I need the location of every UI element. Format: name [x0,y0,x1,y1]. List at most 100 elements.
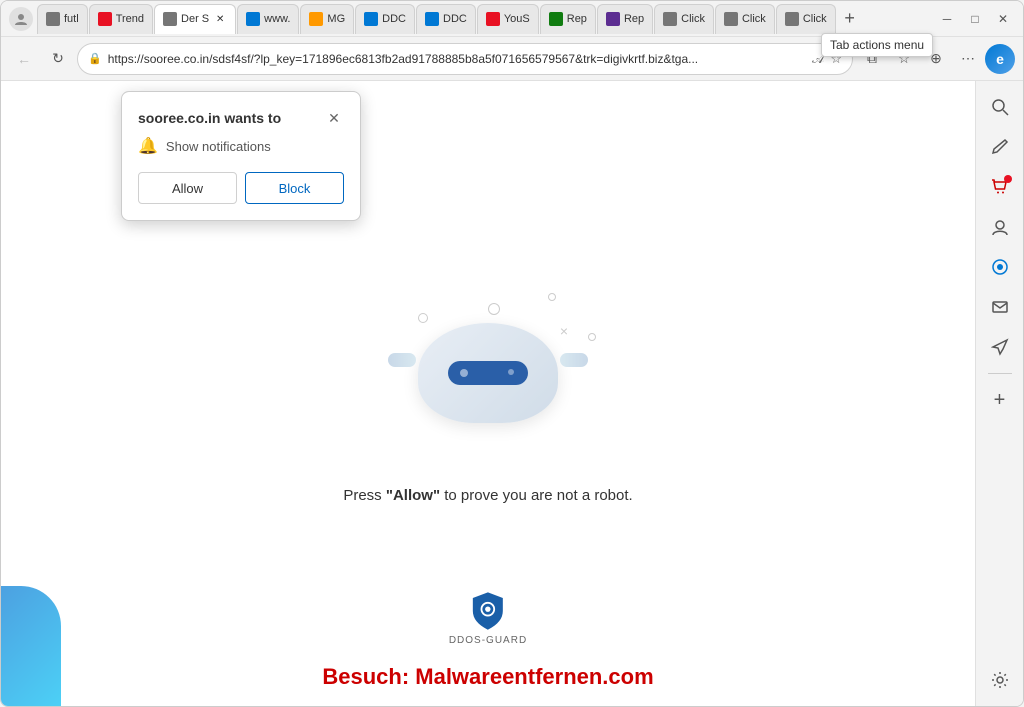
robot-text-prefix: Press [343,487,386,504]
profile-avatar[interactable] [9,7,33,31]
tab-favicon [246,12,260,26]
sidebar-settings-button[interactable] [982,662,1018,698]
tab-click2[interactable]: Click [715,4,775,34]
tab-click1[interactable]: Click [654,4,714,34]
tab-amazon[interactable]: MG [300,4,354,34]
more-options-button[interactable]: ⋯ [953,44,983,74]
deco-circle-1 [488,303,500,315]
tab-rep1[interactable]: Rep [540,4,596,34]
minimize-button[interactable]: ─ [935,7,959,31]
browser-window: futl Trend Der S ✕ www. MG DDC [0,0,1024,707]
mail-icon [991,298,1009,316]
tab-favicon [549,12,563,26]
sidebar-person-button[interactable] [982,209,1018,245]
tab-label: Rep [624,13,644,25]
tabs-container: futl Trend Der S ✕ www. MG DDC [37,4,931,34]
tab-label: Click [803,13,827,25]
lock-icon: 🔒 [88,52,102,65]
search-icon [991,98,1009,116]
robot-arm-right [560,353,588,367]
dialog-title-text: sooree.co.in wants to [138,110,281,126]
main-content: sooree.co.in wants to ✕ 🔔 Show notificat… [1,81,1023,706]
title-bar: futl Trend Der S ✕ www. MG DDC [1,1,1023,37]
tab-label: YouS [504,13,530,25]
tab-label: MG [327,13,345,25]
tab-futl[interactable]: futl [37,4,88,34]
tab-yous[interactable]: YouS [477,4,539,34]
ddos-shield-icon [470,591,506,631]
tab-favicon [785,12,799,26]
tab-ddc1[interactable]: DDC [355,4,415,34]
tab-active[interactable]: Der S ✕ [154,4,236,34]
deco-circle-3 [418,313,428,323]
robot-visor [448,361,528,385]
robot-arm-left [388,353,416,367]
tab-label: Trend [116,13,144,25]
notification-dialog: sooree.co.in wants to ✕ 🔔 Show notificat… [121,91,361,221]
tab-label: www. [264,13,290,25]
tab-click3[interactable]: Click [776,4,836,34]
dialog-close-button[interactable]: ✕ [324,108,344,128]
sidebar-pen-button[interactable] [982,129,1018,165]
back-button[interactable]: ← [9,44,39,74]
url-text: https://sooree.co.in/sdsf4sf/?lp_key=171… [108,52,806,66]
tab-actions-tooltip: Tab actions menu [821,33,933,57]
tab-favicon [98,12,112,26]
person-icon [991,218,1009,236]
shopping-icon [991,178,1009,196]
right-sidebar: + [975,81,1023,706]
tab-favicon [606,12,620,26]
allow-button[interactable]: Allow [138,172,237,204]
sidebar-divider [988,373,1012,374]
sidebar-edge-button[interactable] [982,249,1018,285]
tab-label: DDC [382,13,406,25]
robot-illustration: × [388,283,588,463]
sidebar-add-button[interactable]: + [982,382,1018,418]
reload-button[interactable]: ↻ [43,44,73,74]
dialog-notification-row: 🔔 Show notifications [138,136,344,156]
tab-favicon [46,12,60,26]
settings-icon [991,671,1009,689]
tab-rep2[interactable]: Rep [597,4,653,34]
tab-ddc2[interactable]: DDC [416,4,476,34]
tab-www[interactable]: www. [237,4,299,34]
dialog-buttons: Allow Block [138,172,344,204]
block-button[interactable]: Block [245,172,344,204]
tab-label: Rep [567,13,587,25]
new-tab-button[interactable]: + [837,6,863,32]
tab-trend[interactable]: Trend [89,4,153,34]
tab-favicon [425,12,439,26]
tab-favicon [486,12,500,26]
tab-favicon [663,12,677,26]
ddos-guard-footer: DDOS-GUARD [449,591,527,646]
sidebar-shopping-button[interactable] [982,169,1018,205]
robot-dot-1 [460,369,468,377]
pen-icon [991,138,1009,156]
sidebar-mail-button[interactable] [982,289,1018,325]
sidebar-search-button[interactable] [982,89,1018,125]
sidebar-plane-button[interactable] [982,329,1018,365]
tab-label: Click [742,13,766,25]
maximize-button[interactable]: □ [963,7,987,31]
edge-profile-button[interactable]: e [985,44,1015,74]
ddos-label-text: DDOS-GUARD [449,635,527,646]
tab-favicon [309,12,323,26]
tab-label: DDC [443,13,467,25]
tab-close-icon[interactable]: ✕ [213,12,227,26]
deco-circle-4 [548,293,556,301]
tab-favicon [724,12,738,26]
tab-actions-tooltip-text: Tab actions menu [830,38,924,52]
tab-label: Click [681,13,705,25]
page-area: sooree.co.in wants to ✕ 🔔 Show notificat… [1,81,975,706]
plane-icon [991,338,1009,356]
tab-favicon [364,12,378,26]
watermark-text: Besuch: Malwareentfernen.com [322,664,653,689]
address-bar[interactable]: 🔒 https://sooree.co.in/sdsf4sf/?lp_key=1… [77,43,853,75]
robot-text-bold: "Allow" [386,487,440,504]
edge-icon [991,258,1009,276]
bell-icon: 🔔 [138,136,158,156]
close-button[interactable]: ✕ [991,7,1015,31]
robot-text-suffix: to prove you are not a robot. [440,487,633,504]
deco-x-1: × [560,323,568,339]
robot-dot-2 [508,369,514,375]
